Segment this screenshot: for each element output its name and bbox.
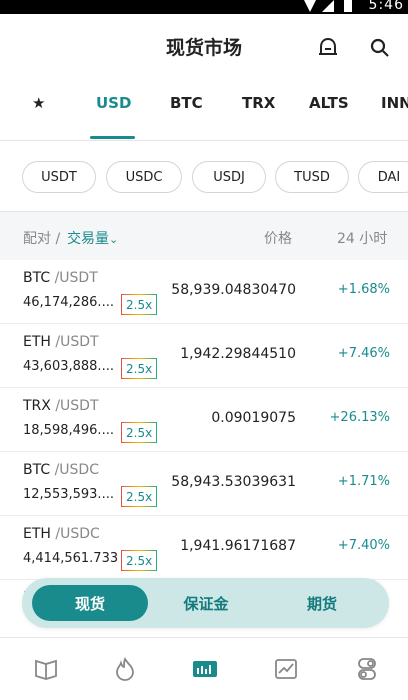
segment-futures[interactable]: 期货 (264, 585, 380, 621)
stablecoin-filter-chips: USDT USDC USDJ TUSD DAI (0, 141, 408, 211)
wifi-icon (304, 0, 316, 12)
toggle-settings-icon[interactable] (352, 654, 382, 684)
bottom-nav (0, 637, 408, 700)
leverage-badge: 2.5x (121, 358, 158, 379)
change-24h: +1.68% (337, 282, 390, 297)
cell-signal-icon (322, 0, 334, 12)
chip-dai[interactable]: DAI (358, 161, 408, 193)
segment-margin[interactable]: 保证金 (148, 585, 264, 621)
battery-icon (344, 0, 352, 12)
tab-btc[interactable]: BTC (170, 94, 203, 112)
table-row[interactable]: ETH /USDT 43,603,888.... 2.5x 1,942.2984… (0, 324, 408, 388)
book-icon[interactable] (31, 654, 61, 684)
change-24h: +26.13% (329, 410, 390, 425)
page-title: 现货市场 (165, 37, 242, 59)
table-row[interactable]: ETH /USDC 4,414,561.733 2.5x 1,941.96171… (0, 516, 408, 580)
pair-name: TRX /USDT (23, 398, 99, 414)
quote-currency-tabs: ★ USD BTC TRX ALTS INN (0, 76, 408, 141)
change-column-label[interactable]: 24 小时 (337, 228, 387, 248)
leverage-badge: 2.5x (121, 486, 158, 507)
last-price: 1,941.96171687 (180, 538, 296, 554)
active-tab-indicator (90, 136, 135, 139)
change-24h: +1.71% (337, 474, 390, 489)
leverage-badge: 2.5x (121, 294, 158, 315)
pair-column-label: 配对 / (23, 231, 61, 247)
volume: 12,553,593.... (23, 487, 114, 502)
last-price: 0.09019075 (211, 410, 296, 426)
chip-tusd[interactable]: TUSD (275, 161, 349, 193)
table-row[interactable]: TRX /USDT 18,598,496.... 2.5x 0.09019075… (0, 388, 408, 452)
status-bar: 5:46 (0, 0, 408, 14)
tab-inn[interactable]: INN (381, 94, 408, 112)
pair-name: BTC /USDT (23, 270, 98, 286)
chip-usdj[interactable]: USDJ (192, 161, 266, 193)
volume-sort[interactable]: 交易量⌄ (67, 228, 118, 248)
market-chart-icon[interactable] (190, 654, 220, 684)
last-price: 1,942.29844510 (180, 346, 296, 362)
header: 现货市场 (0, 14, 408, 76)
segment-spot[interactable]: 现货 (32, 585, 148, 621)
bell-icon[interactable] (314, 34, 342, 62)
price-column-label[interactable]: 价格 (264, 228, 292, 248)
volume: 43,603,888.... (23, 359, 114, 374)
pair-name: ETH /USDC (23, 526, 100, 542)
chevron-down-icon: ⌄ (109, 233, 119, 246)
market-type-segmented-control: 现货 保证金 期货 (22, 578, 389, 628)
change-24h: +7.40% (337, 538, 390, 553)
pair-name: BTC /USDC (23, 462, 99, 478)
trend-chart-icon[interactable] (271, 654, 301, 684)
chip-usdc[interactable]: USDC (106, 161, 182, 193)
tab-usd[interactable]: USD (96, 94, 131, 112)
volume: 18,598,496.... (23, 423, 114, 438)
search-icon[interactable] (366, 34, 394, 62)
leverage-badge: 2.5x (121, 422, 158, 443)
volume: 46,174,286.... (23, 295, 114, 310)
volume: 4,414,561.733 (23, 551, 119, 566)
table-row[interactable]: BTC /USDT 46,174,286.... 2.5x 58,939.048… (0, 260, 408, 324)
change-24h: +7.46% (337, 346, 390, 361)
last-price: 58,939.04830470 (171, 282, 296, 298)
tab-alts[interactable]: ALTS (309, 94, 349, 112)
chip-usdt[interactable]: USDT (22, 161, 96, 193)
flame-icon[interactable] (110, 654, 140, 684)
last-price: 58,943.53039631 (171, 474, 296, 490)
pair-name: ETH /USDT (23, 334, 99, 350)
status-time: 5:46 (368, 0, 404, 13)
tab-favorites[interactable]: ★ (32, 94, 45, 112)
leverage-badge: 2.5x (121, 550, 158, 571)
table-row[interactable]: BTC /USDC 12,553,593.... 2.5x 58,943.530… (0, 452, 408, 516)
list-header: 配对 / 交易量⌄ 价格 24 小时 (0, 211, 408, 260)
tab-trx[interactable]: TRX (242, 94, 275, 112)
